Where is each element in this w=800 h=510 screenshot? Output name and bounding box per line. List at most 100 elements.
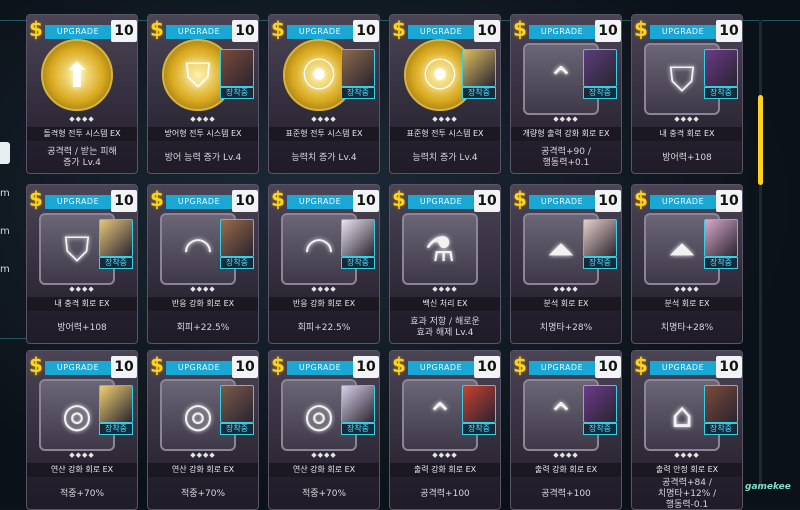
chip-effect: 공격력+100 xyxy=(420,488,470,499)
level-badge: 10 xyxy=(595,356,621,378)
chip-name: 반응 강화 회로 EX xyxy=(148,297,258,311)
character-portrait xyxy=(583,385,617,423)
character-portrait xyxy=(704,385,738,423)
level-badge: 10 xyxy=(474,356,500,378)
upgrade-label: UPGRADE xyxy=(45,361,111,375)
chip-card[interactable]: $ UPGRADE 10 ◎ 장착중 ◆◆◆◆ 연산 강화 회로 EX 적중+7… xyxy=(268,350,380,510)
level-badge: 10 xyxy=(353,20,379,42)
character-portrait xyxy=(341,49,375,87)
chip-card[interactable]: $ UPGRADE 10 ⚗ ◆◆◆◆ 백신 처리 EX 효과 저항 / 해로운… xyxy=(389,184,501,344)
upgrade-label: UPGRADE xyxy=(650,25,716,39)
chip-frame: ⚗ xyxy=(402,213,478,285)
level-badge: 10 xyxy=(111,356,137,378)
equipped-tag: 장착중 xyxy=(220,423,254,435)
rarity-stars: ◆◆◆◆ xyxy=(311,285,337,293)
chip-effect: 공격력+100 xyxy=(541,488,591,499)
chip-card[interactable]: $ UPGRADE 10 ⬆ ◆◆◆◆ 돌격형 전투 시스템 EX 공격력 / … xyxy=(26,14,138,174)
chip-card[interactable]: $ UPGRADE 10 ⌃ 장착중 ◆◆◆◆ 출력 강화 회로 EX 공격력+… xyxy=(510,350,622,510)
character-portrait xyxy=(220,49,254,87)
rarity-stars: ◆◆◆◆ xyxy=(674,451,700,459)
chip-emblem-icon: ⚗ xyxy=(424,230,456,270)
rarity-stars: ◆◆◆◆ xyxy=(674,285,700,293)
level-badge: 10 xyxy=(232,356,258,378)
character-portrait xyxy=(99,219,133,257)
chip-name: 연산 강화 회로 EX xyxy=(148,463,258,477)
chip-effect: 능력치 증가 Lv.4 xyxy=(412,152,478,163)
rarity-stars: ◆◆◆◆ xyxy=(69,115,95,123)
character-portrait xyxy=(220,219,254,257)
rarity-stars: ◆◆◆◆ xyxy=(311,115,337,123)
chip-card[interactable]: $ UPGRADE 10 ⌂ 장착중 ◆◆◆◆ 출력 안정 회로 EX 공격력+… xyxy=(631,350,743,510)
rarity-stars: ◆◆◆◆ xyxy=(190,451,216,459)
rarity-stars: ◆◆◆◆ xyxy=(553,285,579,293)
rarity-stars: ◆◆◆◆ xyxy=(190,115,216,123)
chip-card[interactable]: $ UPGRADE 10 ⦿ 장착중 ◆◆◆◆ 표준형 전투 시스템 EX 능력… xyxy=(268,14,380,174)
rarity-stars: ◆◆◆◆ xyxy=(553,451,579,459)
character-portrait xyxy=(462,385,496,423)
chip-name: 백신 처리 EX xyxy=(390,297,500,311)
level-badge: 10 xyxy=(474,20,500,42)
level-badge: 10 xyxy=(232,20,258,42)
upgrade-label: UPGRADE xyxy=(529,25,595,39)
upgrade-label: UPGRADE xyxy=(408,195,474,209)
chip-effect: 방어력+108 xyxy=(662,152,712,163)
chip-emblem-icon: ⬆ xyxy=(62,56,92,96)
chip-card[interactable]: $ UPGRADE 10 ⏶ 장착중 ◆◆◆◆ 분석 회로 EX 치명타+28% xyxy=(631,184,743,344)
chip-card[interactable]: $ UPGRADE 10 ⛉ 장착중 ◆◆◆◆ 방어형 전투 시스템 EX 방어… xyxy=(147,14,259,174)
chip-effect: 적중+70% xyxy=(301,488,347,499)
chip-effect: 공격력 / 받는 피해 증가 Lv.4 xyxy=(47,147,117,168)
equipped-tag: 장착중 xyxy=(220,257,254,269)
rarity-stars: ◆◆◆◆ xyxy=(553,115,579,123)
chip-card[interactable]: $ UPGRADE 10 ⌃ 장착중 ◆◆◆◆ 출력 강화 회로 EX 공격력+… xyxy=(389,350,501,510)
chip-name: 연산 강화 회로 EX xyxy=(269,463,379,477)
chip-name: 돌격형 전투 시스템 EX xyxy=(27,127,137,141)
level-badge: 10 xyxy=(716,20,742,42)
chip-effect: 치명타+28% xyxy=(660,322,714,333)
chip-effect: 공격력+90 / 행동력+0.1 xyxy=(541,147,591,168)
equipped-tag: 장착중 xyxy=(99,423,133,435)
rarity-stars: ◆◆◆◆ xyxy=(311,451,337,459)
chip-card[interactable]: $ UPGRADE 10 ⛉ 장착중 ◆◆◆◆ 내 충격 회로 EX 방어력+1… xyxy=(631,14,743,174)
chip-effect: 적중+70% xyxy=(180,488,226,499)
chip-card[interactable]: $ UPGRADE 10 ⛉ 장착중 ◆◆◆◆ 내 충격 회로 EX 방어력+1… xyxy=(26,184,138,344)
equipped-tag: 장착중 xyxy=(341,257,375,269)
chip-card[interactable]: $ UPGRADE 10 ◎ 장착중 ◆◆◆◆ 연산 강화 회로 EX 적중+7… xyxy=(147,350,259,510)
level-badge: 10 xyxy=(111,190,137,212)
upgrade-label: UPGRADE xyxy=(529,195,595,209)
upgrade-label: UPGRADE xyxy=(45,25,111,39)
chip-name: 출력 강화 회로 EX xyxy=(390,463,500,477)
chip-name: 내 충격 회로 EX xyxy=(632,127,742,141)
chip-card[interactable]: $ UPGRADE 10 ⦿ 장착중 ◆◆◆◆ 표준형 전투 시스템 EX 능력… xyxy=(389,14,501,174)
level-badge: 10 xyxy=(474,190,500,212)
character-portrait xyxy=(704,49,738,87)
chip-card[interactable]: $ UPGRADE 10 ◠ 장착중 ◆◆◆◆ 반응 강화 회로 EX 회피+2… xyxy=(268,184,380,344)
level-badge: 10 xyxy=(595,20,621,42)
scrollbar-thumb[interactable] xyxy=(758,95,763,185)
chip-name: 방어형 전투 시스템 EX xyxy=(148,127,258,141)
upgrade-label: UPGRADE xyxy=(650,361,716,375)
character-portrait xyxy=(341,219,375,257)
equipped-tag: 장착중 xyxy=(704,257,738,269)
character-portrait xyxy=(220,385,254,423)
chip-effect: 회피+22.5% xyxy=(297,322,351,333)
character-portrait xyxy=(583,49,617,87)
character-portrait xyxy=(99,385,133,423)
character-portrait xyxy=(583,219,617,257)
side-tab[interactable] xyxy=(0,142,10,164)
chip-effect: 방어력+108 xyxy=(57,322,107,333)
chip-name: 개량형 출력 강화 회로 EX xyxy=(511,127,621,141)
character-portrait xyxy=(462,49,496,87)
upgrade-label: UPGRADE xyxy=(529,361,595,375)
chip-card[interactable]: $ UPGRADE 10 ◠ 장착중 ◆◆◆◆ 반응 강화 회로 EX 회피+2… xyxy=(147,184,259,344)
chip-card[interactable]: $ UPGRADE 10 ⌃ 장착중 ◆◆◆◆ 개량형 출력 강화 회로 EX … xyxy=(510,14,622,174)
scroll-track[interactable] xyxy=(759,20,762,490)
equipped-tag: 장착중 xyxy=(704,423,738,435)
chip-name: 출력 안정 회로 EX xyxy=(632,463,742,477)
chip-name: 연산 강화 회로 EX xyxy=(27,463,137,477)
upgrade-label: UPGRADE xyxy=(650,195,716,209)
chip-card[interactable]: $ UPGRADE 10 ◎ 장착중 ◆◆◆◆ 연산 강화 회로 EX 적중+7… xyxy=(26,350,138,510)
upgrade-label: UPGRADE xyxy=(408,25,474,39)
chip-card[interactable]: $ UPGRADE 10 ⏶ 장착중 ◆◆◆◆ 분석 회로 EX 치명타+28% xyxy=(510,184,622,344)
chip-grid: $ UPGRADE 10 ⬆ ◆◆◆◆ 돌격형 전투 시스템 EX 공격력 / … xyxy=(26,14,752,510)
chip-effect: 능력치 증가 Lv.4 xyxy=(291,152,357,163)
